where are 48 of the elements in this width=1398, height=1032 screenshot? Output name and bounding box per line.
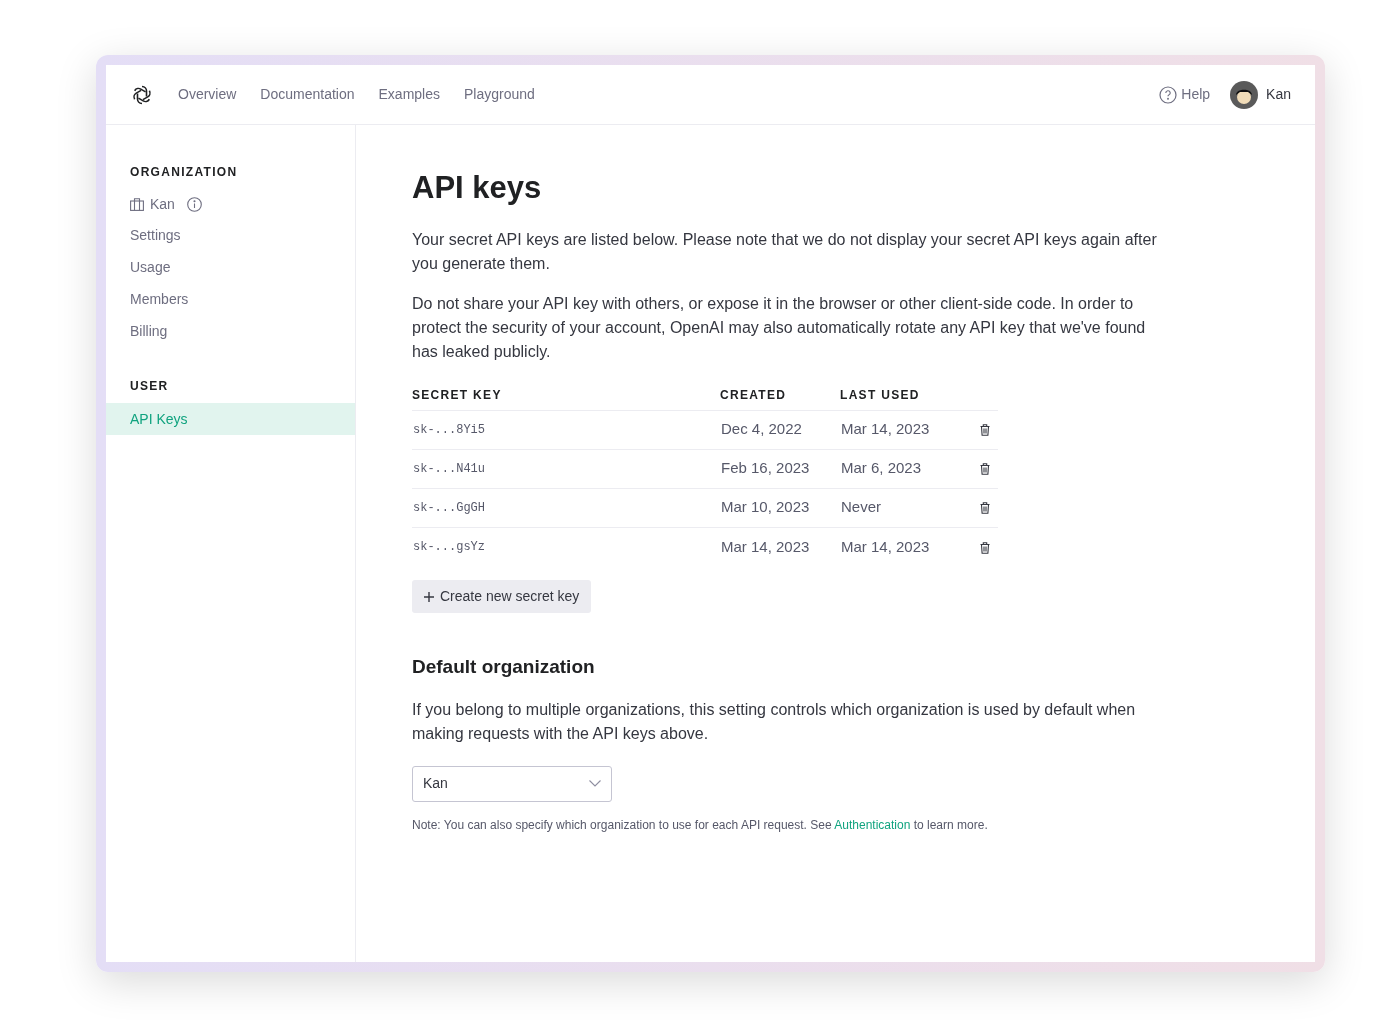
description-text: If you belong to multiple organizations, this setting controls which organization is used by default when making requests with the API keys above.	[412, 699, 1137, 744]
date-cell: Mar 14, 2023	[840, 410, 978, 449]
section-heading: Default organization	[412, 655, 596, 679]
organization-item[interactable]: Kan	[106, 189, 355, 219]
plus-icon	[424, 591, 434, 602]
user-menu[interactable]: Kan	[1230, 80, 1291, 109]
info-icon[interactable]	[186, 196, 202, 212]
nav-link[interactable]: Documentation	[260, 84, 355, 105]
chevron-down-icon	[589, 780, 601, 787]
create-key-button[interactable]: Create new secret key	[412, 580, 592, 613]
trash-icon[interactable]	[980, 541, 990, 554]
organization-select[interactable]: Kan	[412, 765, 612, 802]
section-heading: USER	[129, 378, 170, 395]
description-text: Your secret API keys are listed below. Please note that we do not display your secret API keys again after you generate them.	[412, 229, 1158, 274]
nav-link[interactable]: Examples	[378, 84, 440, 105]
trash-icon[interactable]	[980, 502, 990, 515]
sidebar-item[interactable]: API Keys	[106, 403, 355, 435]
date-cell: Never	[840, 488, 978, 527]
help-link[interactable]: Help	[1159, 84, 1211, 105]
date-cell: Mar 6, 2023	[840, 449, 978, 488]
authentication-link[interactable]: Authentication	[834, 817, 911, 832]
date-cell: Dec 4, 2022	[720, 410, 840, 449]
column-header: CREATED	[720, 379, 840, 410]
key-cell: sk-...8Yi5	[412, 410, 720, 449]
date-cell: Feb 16, 2023	[720, 449, 840, 488]
column-header: SECRET KEY	[412, 379, 720, 410]
nav-link[interactable]: Playground	[464, 84, 535, 105]
trash-icon[interactable]	[980, 463, 990, 476]
briefcase-icon	[130, 197, 144, 211]
nav-link[interactable]: Overview	[178, 84, 237, 105]
avatar-icon	[1230, 80, 1259, 109]
help-icon	[1159, 85, 1178, 104]
trash-icon[interactable]	[980, 424, 990, 437]
description-text: Do not share your API key with others, or expose it in the browser or other client-side code. In order to protect the security of your account, OpenAI may also automatically rotate any API key that we've found has leaked publicly.	[412, 293, 1147, 362]
date-cell: Mar 10, 2023	[720, 488, 840, 527]
sidebar-item[interactable]: Settings	[106, 219, 355, 251]
sidebar-item[interactable]: Members	[106, 283, 355, 315]
key-cell: sk-...GgGH	[412, 488, 720, 527]
key-cell: sk-...gsYz	[412, 527, 720, 566]
note-text: Note: You can also specify which organization to use for each API request. See Authentication to learn more.	[412, 816, 989, 834]
column-header: LAST USED	[840, 379, 978, 410]
date-cell: Mar 14, 2023	[840, 527, 978, 566]
page-title: API keys	[412, 169, 543, 207]
key-cell: sk-...N41u	[412, 449, 720, 488]
date-cell: Mar 14, 2023	[720, 527, 840, 566]
section-heading: ORGANIZATION	[129, 164, 239, 181]
sidebar-item[interactable]: Usage	[106, 251, 355, 283]
sidebar-item[interactable]: Billing	[106, 315, 355, 347]
